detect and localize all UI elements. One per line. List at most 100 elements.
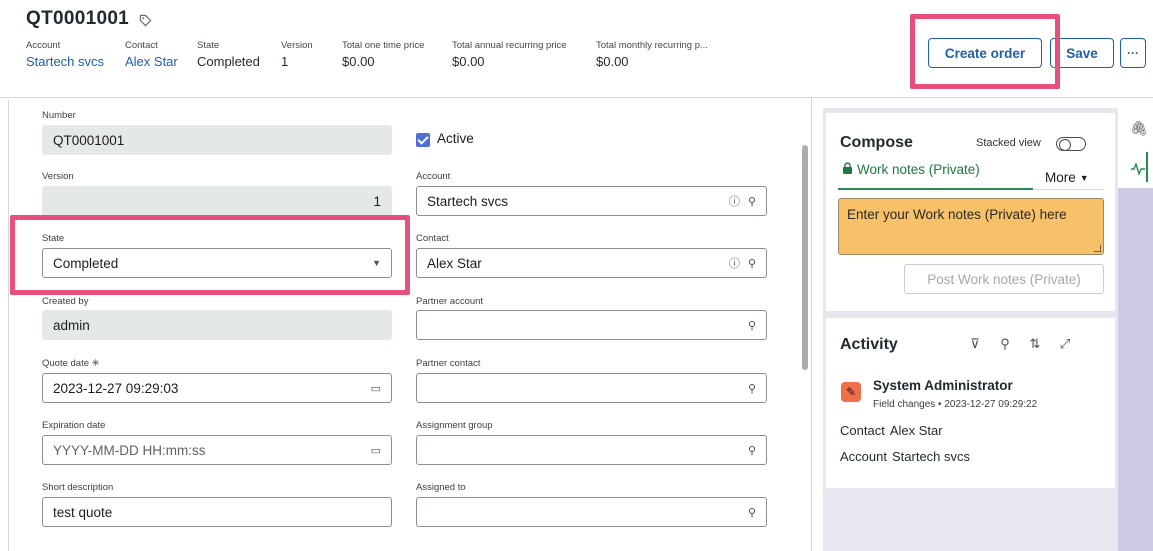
header-field-label: State [197,40,220,51]
lock-icon [843,162,852,174]
version-label: Version [42,171,74,182]
account-field[interactable]: Startech svcs ⓘ ⚲ [416,186,767,216]
quote-date-label-text: Quote date [42,358,90,369]
work-notes-input[interactable]: Enter your Work notes (Private) here [838,198,1104,255]
more-tabs-button[interactable]: More ▼ [1045,170,1089,185]
search-icon[interactable]: ⚲ [748,444,756,457]
tag-icon[interactable] [139,14,152,27]
header-field-annual-price: Total annual recurring price $0.00 [452,40,567,69]
activity-change-account: Account Startech svcs [840,449,970,464]
partner-account-field[interactable]: ⚲ [416,310,767,340]
search-icon[interactable]: ⚲ [748,382,756,395]
search-icon[interactable]: ⚲ [748,195,756,208]
calendar-icon[interactable]: ▭ [371,444,381,457]
short-description-field[interactable]: test quote [42,497,392,527]
partner-contact-field[interactable]: ⚲ [416,373,767,403]
partner-contact-label: Partner contact [416,358,481,369]
state-value: Completed [53,255,119,271]
create-order-button[interactable]: Create order [928,38,1042,68]
save-button[interactable]: Save [1050,38,1114,68]
quote-date-field[interactable]: 2023-12-27 09:29:03 ▭ [42,373,392,403]
expand-icon[interactable]: ⤢ [1057,336,1073,352]
sort-icon[interactable]: ⇅ [1027,336,1043,352]
pencil-icon: ✎ [841,382,861,402]
change-field: Contact [840,423,885,438]
activity-change-contact: Contact Alex Star [840,423,943,438]
assigned-to-field[interactable]: ⚲ [416,497,767,527]
number-label: Number [42,110,76,121]
record-number: QT0001001 [26,8,130,29]
compose-title: Compose [840,134,913,151]
header-field-value: $0.00 [452,54,485,69]
state-label: State [42,233,65,244]
required-icon: ✳ [91,358,100,369]
info-icon[interactable]: ⓘ [729,193,740,209]
paperclip-icon[interactable]: 🖇 [1130,120,1148,137]
more-label: More [1045,170,1076,185]
created-by-value: admin [53,317,90,333]
created-by-label: Created by [42,296,89,307]
version-value: 1 [373,193,381,209]
state-select[interactable]: Completed ▼ [42,248,392,278]
header-field-value: 1 [281,54,289,69]
info-icon[interactable]: ⓘ [729,255,740,271]
contact-field[interactable]: Alex Star ⓘ ⚲ [416,248,767,278]
activity-timestamp: 2023-12-27 09:29:22 [944,399,1038,410]
tab-work-notes-label: Work notes (Private) [857,162,980,177]
header-account-link[interactable]: Startech svcs [26,54,104,69]
rail-active-indicator [1146,152,1148,182]
form-scrollbar[interactable] [802,145,808,370]
created-by-field[interactable]: admin [42,310,392,340]
header-field-state: State Completed [197,40,260,69]
more-actions-button[interactable]: ··· [1120,38,1146,68]
assignment-group-label: Assignment group [416,420,493,431]
header-field-value: $0.00 [342,54,375,69]
calendar-icon[interactable]: ▭ [371,382,381,395]
account-value: Startech svcs [427,193,509,209]
header-contact-link[interactable]: Alex Star [125,54,178,69]
post-work-notes-button[interactable]: Post Work notes (Private) [904,264,1104,294]
change-field: Account [840,449,887,464]
expiration-date-label: Expiration date [42,420,106,431]
quote-date-label: Quote date ✳ [42,358,100,369]
activity-toolbar: ⊽ ⚲ ⇅ ⤢ [967,336,1073,352]
activity-type: Field changes [873,399,936,410]
caret-down-icon: ▼ [372,258,381,268]
activity-user: System Administrator [873,378,1013,393]
expiration-date-field[interactable]: YYYY-MM-DD HH:mm:ss ▭ [42,435,392,465]
search-icon[interactable]: ⚲ [997,336,1013,352]
header-field-one-time-price: Total one time price $0.00 [342,40,424,69]
header-field-label: Total monthly recurring p... [596,40,708,51]
active-label: Active [437,131,474,146]
stacked-view-toggle[interactable] [1056,137,1086,151]
search-icon[interactable]: ⚲ [748,319,756,332]
search-icon[interactable]: ⚲ [748,506,756,519]
record-header: QT0001001 Account Startech svcs Contact … [0,0,1153,98]
change-value: Alex Star [889,423,943,438]
quote-date-value: 2023-12-27 09:29:03 [53,380,179,396]
header-field-value: Completed [197,54,260,69]
contact-label: Contact [416,233,449,244]
header-field-monthly-price: Total monthly recurring p... $0.00 [596,40,708,69]
search-icon[interactable]: ⚲ [748,257,756,270]
filter-icon[interactable]: ⊽ [967,336,983,352]
short-description-label: Short description [42,482,114,493]
number-field[interactable]: QT0001001 [42,125,392,155]
activity-title: Activity [840,336,898,353]
tab-active-indicator [838,188,1033,190]
activity-meta: Field changes • 2023-12-27 09:29:22 [873,399,1037,410]
caret-down-icon: ▼ [1079,172,1089,183]
divider [8,100,9,551]
activity-separator: • [938,399,942,410]
header-field-label: Total annual recurring price [452,40,567,51]
number-value: QT0001001 [53,132,125,148]
tab-work-notes[interactable]: Work notes (Private) [842,162,980,188]
active-checkbox[interactable] [416,133,430,147]
record-title: QT0001001 [26,8,152,30]
version-field[interactable]: 1 [42,186,392,216]
header-field-version: Version 1 [281,40,313,69]
assignment-group-field[interactable]: ⚲ [416,435,767,465]
header-field-label: Version [281,40,313,51]
partner-account-label: Partner account [416,296,484,307]
change-value: Startech svcs [891,449,971,464]
